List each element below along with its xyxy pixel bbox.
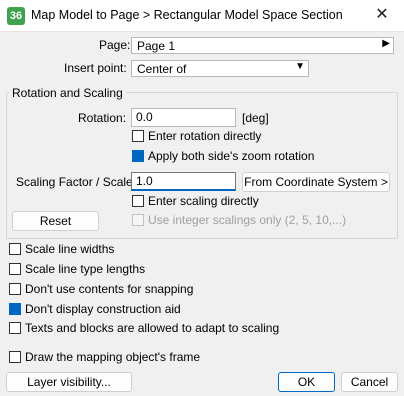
scaling-input[interactable]: 1.0 [131,172,236,191]
insert-point-label: Insert point: [64,61,127,75]
enter-rotation-checkbox[interactable] [132,130,144,142]
scale-line-type-lengths-label: Scale line type lengths [25,262,146,276]
enter-scaling-checkbox[interactable] [132,195,144,207]
page-label: Page: [99,38,131,52]
no-construction-aid-label: Don't display construction aid [25,302,181,316]
adapt-to-scaling-label: Texts and blocks are allowed to adapt to… [25,321,280,335]
cancel-button[interactable]: Cancel [341,372,398,392]
adapt-to-scaling-checkbox[interactable] [9,322,21,334]
scale-line-widths-checkbox[interactable] [9,243,21,255]
rotation-label: Rotation: [78,111,127,125]
insert-point-value: Center of [137,62,187,76]
apply-zoom-rotation-label: Apply both side's zoom rotation [148,149,315,163]
close-icon[interactable]: ✕ [370,4,394,26]
scale-line-widths-label: Scale line widths [25,242,115,256]
triangle-right-icon: ▶ [382,38,390,49]
draw-frame-checkbox[interactable] [9,351,21,363]
enter-scaling-label: Enter scaling directly [148,194,259,208]
scaling-label: Scaling Factor / Scale: [16,175,137,189]
layer-visibility-button[interactable]: Layer visibility... [6,372,132,392]
rotation-scaling-title: Rotation and Scaling [9,86,126,100]
no-snapping-label: Don't use contents for snapping [25,282,194,296]
apply-zoom-rotation-checkbox[interactable] [132,150,144,162]
ok-button[interactable]: OK [278,372,335,392]
rotation-input[interactable]: 0.0 [131,108,236,127]
reset-button[interactable]: Reset [12,211,99,231]
title-bar: 36 Map Model to Page > Rectangular Model… [0,0,404,32]
window-title: Map Model to Page > Rectangular Model Sp… [31,8,343,22]
page-select-value: Page 1 [137,39,176,53]
page-select[interactable]: Page 1 ▶ [131,37,394,54]
no-snapping-checkbox[interactable] [9,283,21,295]
integer-scalings-label: Use integer scalings only (2, 5, 10,...) [148,213,347,227]
from-coordinate-system-button[interactable]: From Coordinate System > [242,172,390,192]
chevron-down-icon: ▼ [295,61,305,72]
scale-line-type-lengths-checkbox[interactable] [9,263,21,275]
enter-rotation-label: Enter rotation directly [148,129,262,143]
rotation-unit: [deg] [242,111,269,125]
no-construction-aid-checkbox[interactable] [9,303,21,315]
insert-point-select[interactable]: Center of ▼ [131,60,309,77]
app-icon: 36 [7,7,25,25]
draw-frame-label: Draw the mapping object's frame [25,350,201,364]
integer-scalings-checkbox[interactable] [132,214,144,226]
